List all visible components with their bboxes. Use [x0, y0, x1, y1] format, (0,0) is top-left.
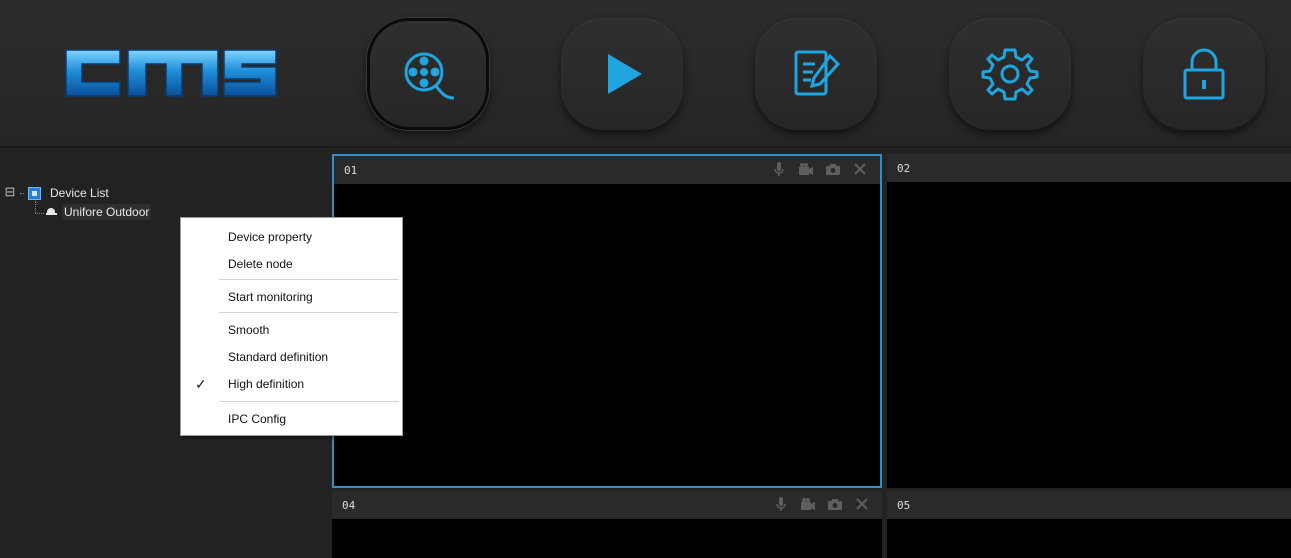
snapshot-camera-icon[interactable]: [825, 160, 841, 178]
video-pane-04[interactable]: 04: [332, 491, 882, 558]
cms-logo: cms: [65, 49, 277, 97]
tree-connector: [35, 213, 44, 214]
close-icon[interactable]: [852, 160, 868, 178]
pane-number: 05: [897, 498, 911, 512]
menu-item-start-monitoring[interactable]: Start monitoring: [181, 287, 402, 307]
menu-item-delete-node[interactable]: Delete node: [181, 254, 402, 274]
menu-separator: [219, 312, 399, 313]
main-toolbar: cms: [0, 0, 1291, 148]
tree-item-unifore-outdoor[interactable]: Unifore Outdoor: [46, 203, 152, 221]
pane-tools: [771, 160, 868, 178]
tree-root-label: Device List: [50, 186, 109, 200]
record-video-icon[interactable]: [800, 495, 816, 513]
pane-number: 04: [342, 498, 356, 512]
menu-item-high-definition[interactable]: ✓ High definition: [181, 374, 402, 394]
video-pane-05[interactable]: 05: [887, 491, 1291, 558]
lock-icon: [1183, 48, 1225, 100]
gear-icon: [981, 48, 1039, 101]
log-button[interactable]: [755, 18, 877, 130]
checkmark-icon: ✓: [195, 376, 207, 392]
device-group-icon: [28, 186, 41, 200]
video-pane-01[interactable]: 01: [332, 154, 882, 488]
device-context-menu: Device property Delete node Start monito…: [180, 217, 403, 436]
playback-button[interactable]: [561, 18, 683, 130]
menu-item-ipc-config[interactable]: IPC Config: [181, 409, 402, 429]
lock-button[interactable]: [1143, 18, 1265, 130]
menu-separator: [219, 401, 399, 402]
settings-button[interactable]: [949, 18, 1071, 130]
tree-item-label: Unifore Outdoor: [62, 204, 152, 220]
record-video-icon[interactable]: [798, 160, 814, 178]
pane-header: 02: [887, 154, 1291, 182]
pane-header: 05: [887, 491, 1291, 519]
cms-app-window: cms: [0, 0, 1291, 558]
menu-item-smooth[interactable]: Smooth: [181, 320, 402, 340]
play-icon: [608, 54, 642, 94]
camera-dome-icon: [46, 208, 57, 216]
video-pane-02[interactable]: 02: [887, 154, 1291, 488]
snapshot-camera-icon[interactable]: [827, 495, 843, 513]
live-view-button[interactable]: [367, 18, 489, 130]
menu-item-device-property[interactable]: Device property: [181, 227, 402, 247]
pane-header: 01: [334, 156, 880, 184]
pane-tools: [773, 495, 870, 513]
menu-item-standard-definition[interactable]: Standard definition: [181, 347, 402, 367]
microphone-icon[interactable]: [773, 495, 789, 513]
microphone-icon[interactable]: [771, 160, 787, 178]
film-reel-icon: [404, 52, 455, 100]
tree-connector: [35, 201, 36, 213]
menu-separator: [219, 279, 399, 280]
pane-number: 02: [897, 161, 911, 175]
menu-item-label: High definition: [228, 377, 305, 391]
pane-header: 04: [332, 491, 882, 519]
edit-document-icon: [794, 50, 841, 96]
tree-root-device-list[interactable]: ⊟ Device List: [4, 185, 109, 201]
close-icon[interactable]: [854, 495, 870, 513]
collapse-toggle-icon[interactable]: ⊟: [4, 185, 16, 198]
pane-number: 01: [344, 163, 358, 177]
